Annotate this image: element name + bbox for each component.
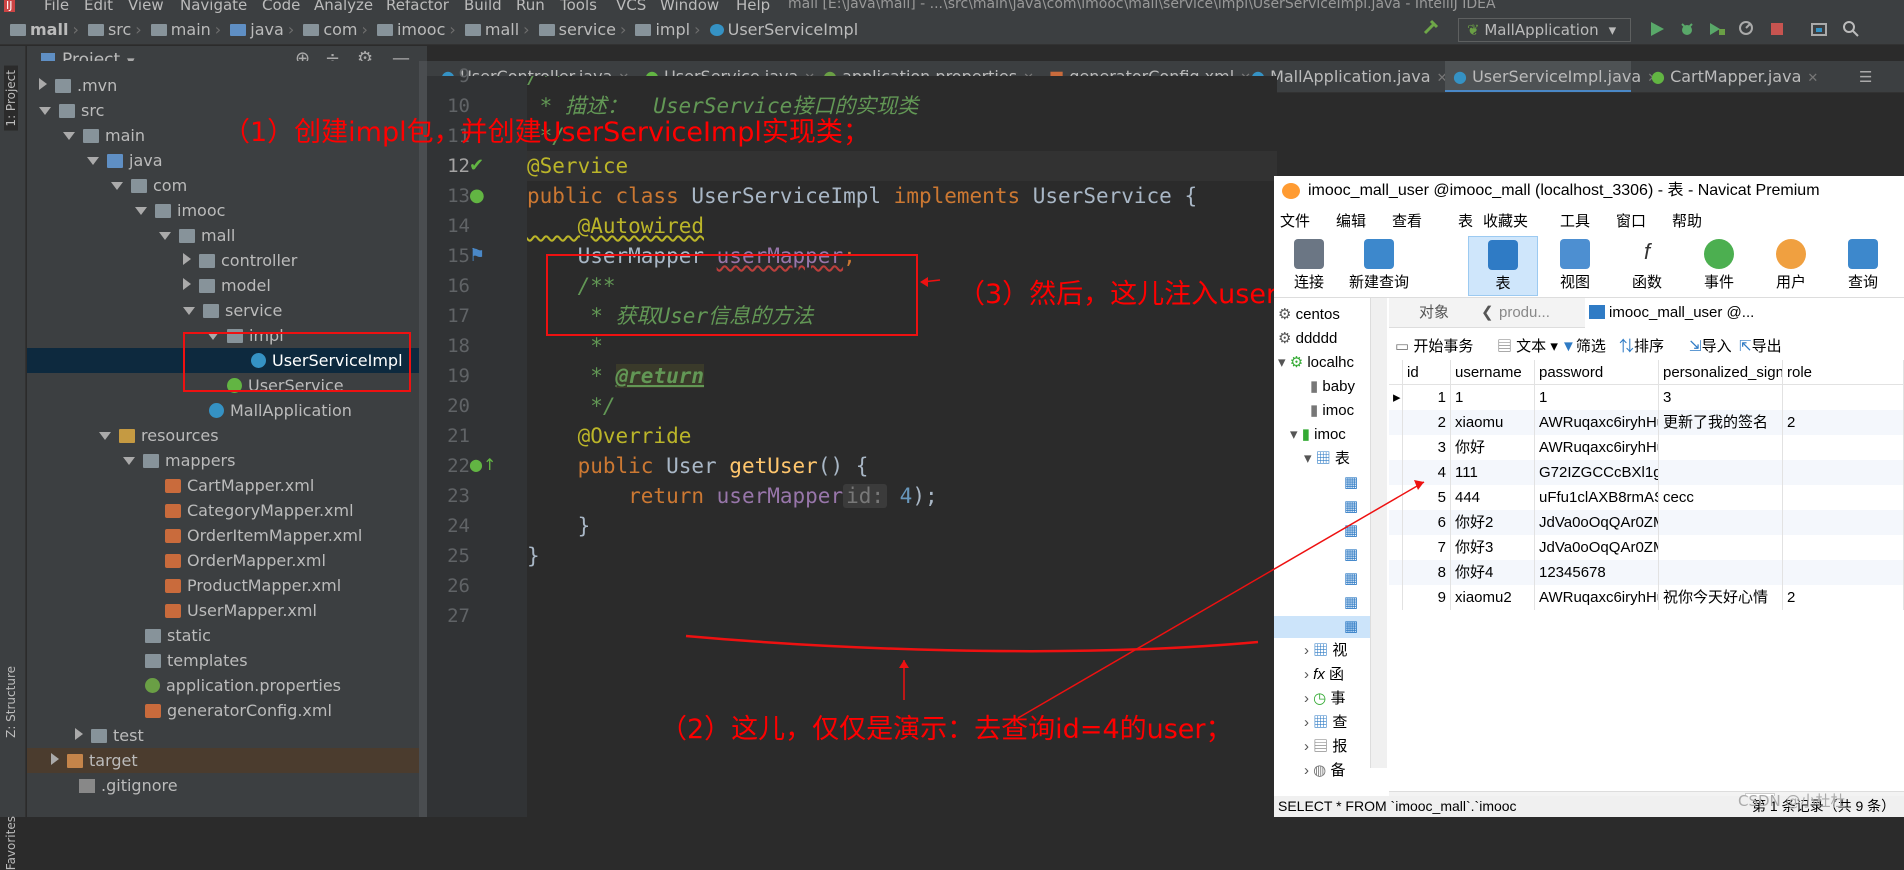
arrow-to-row4-head	[1414, 480, 1424, 490]
annotation-arrows	[685, 277, 1425, 719]
favorites-tool-tab[interactable]: Favorites	[4, 816, 18, 870]
arrow-to-autowired-head	[920, 277, 928, 287]
underline-stroke	[685, 634, 1259, 653]
arrow-to-row4-line	[1017, 481, 1425, 719]
arrow-up-head	[899, 660, 909, 668]
